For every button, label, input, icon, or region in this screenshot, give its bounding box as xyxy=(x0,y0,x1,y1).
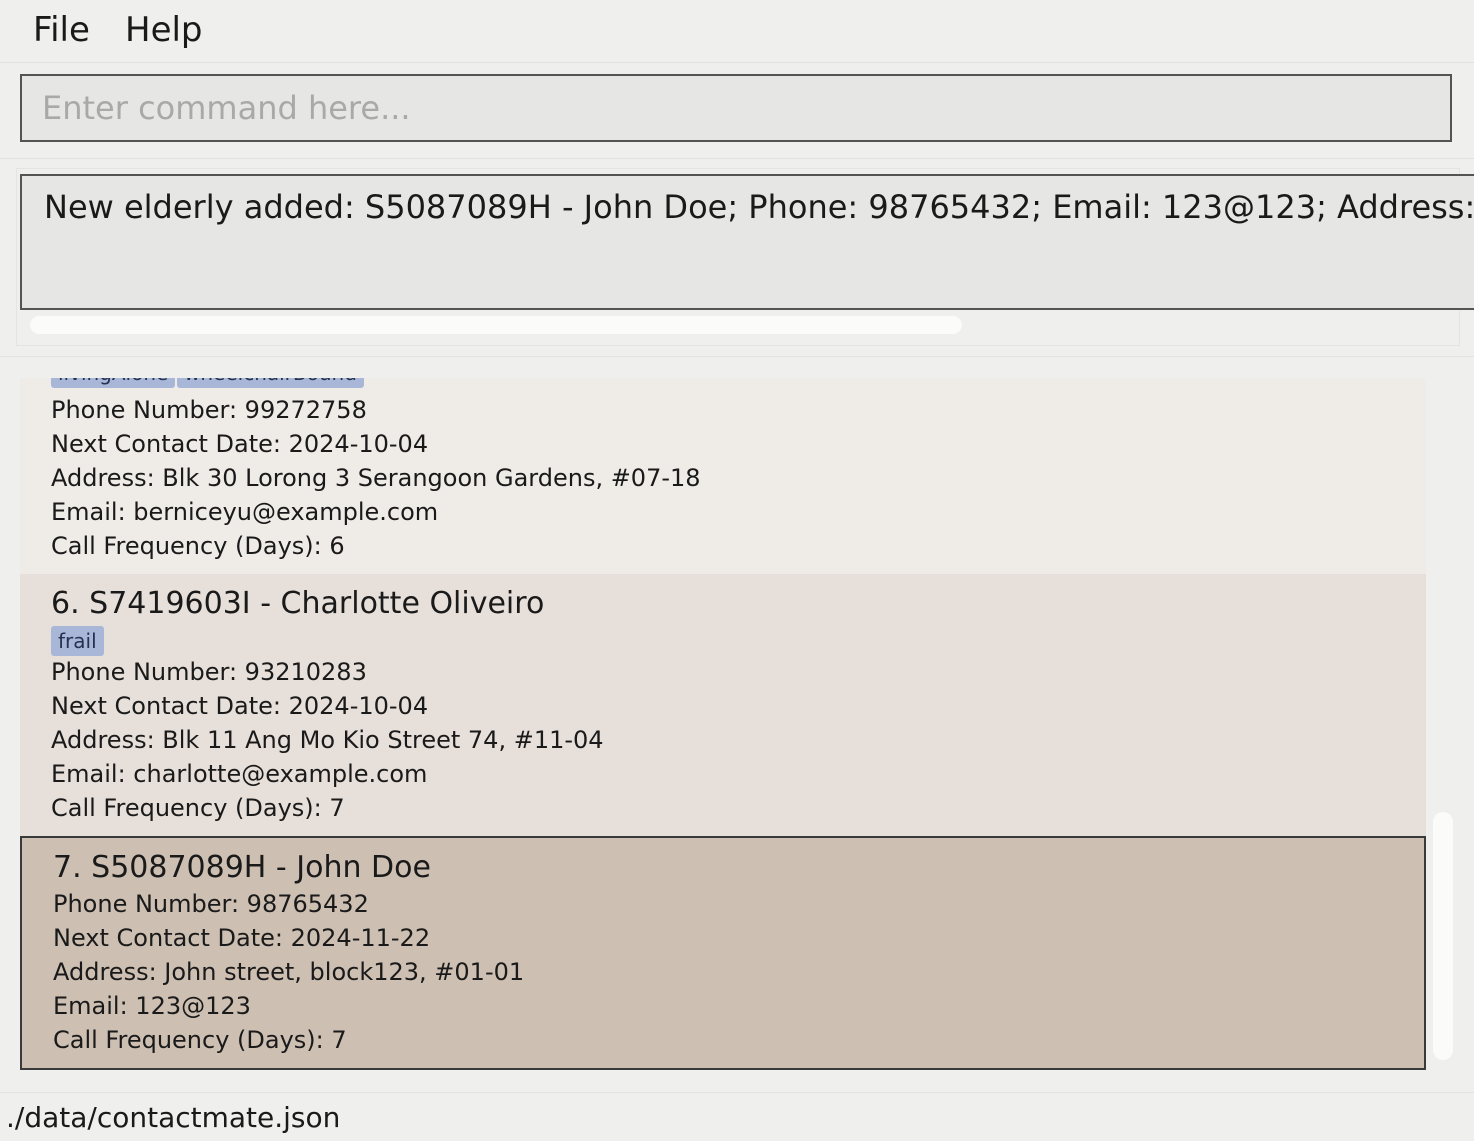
person-title: 7. S5087089H - John Doe xyxy=(53,850,431,885)
divider xyxy=(0,158,1474,159)
tag: frail xyxy=(51,626,104,656)
result-horizontal-scrollbar[interactable] xyxy=(30,316,962,334)
person-card[interactable]: livingAlone wheelchairBound Phone Number… xyxy=(20,378,1426,574)
command-input[interactable] xyxy=(22,76,1450,140)
address: Address: Blk 11 Ang Mo Kio Street 74, #1… xyxy=(51,726,604,754)
call-frequency: Call Frequency (Days): 6 xyxy=(51,532,345,560)
menu-file[interactable]: File xyxy=(33,10,90,50)
person-card-selected[interactable]: 7. S5087089H - John Doe Phone Number: 98… xyxy=(20,836,1426,1070)
address: Address: John street, block123, #01-01 xyxy=(53,958,525,986)
email: Email: berniceyu@example.com xyxy=(51,498,439,526)
menu-bar: File Help xyxy=(0,0,1474,63)
next-contact-date: Next Contact Date: 2024-11-22 xyxy=(53,924,431,952)
person-title: 6. S7419603I - Charlotte Oliveiro xyxy=(51,586,545,621)
status-bar: ./data/contactmate.json xyxy=(0,1092,1474,1141)
file-path: ./data/contactmate.json xyxy=(6,1101,341,1134)
command-box xyxy=(20,74,1452,142)
person-card[interactable]: 6. S7419603I - Charlotte Oliveiro frail … xyxy=(20,574,1426,836)
phone-number: Phone Number: 99272758 xyxy=(51,396,367,424)
tag: wheelchairBound xyxy=(177,378,364,388)
call-frequency: Call Frequency (Days): 7 xyxy=(53,1026,347,1054)
address: Address: Blk 30 Lorong 3 Serangoon Garde… xyxy=(51,464,701,492)
result-display: New elderly added: S5087089H - John Doe;… xyxy=(20,174,1474,310)
phone-number: Phone Number: 93210283 xyxy=(51,658,367,686)
next-contact-date: Next Contact Date: 2024-10-04 xyxy=(51,430,429,458)
person-list[interactable]: livingAlone wheelchairBound Phone Number… xyxy=(20,378,1426,1070)
next-contact-date: Next Contact Date: 2024-10-04 xyxy=(51,692,429,720)
email: Email: 123@123 xyxy=(53,992,251,1020)
divider xyxy=(0,356,1474,357)
menu-help[interactable]: Help xyxy=(125,10,203,50)
result-message: New elderly added: S5087089H - John Doe;… xyxy=(44,188,1474,226)
tag: livingAlone xyxy=(51,378,176,388)
phone-number: Phone Number: 98765432 xyxy=(53,890,369,918)
email: Email: charlotte@example.com xyxy=(51,760,428,788)
call-frequency: Call Frequency (Days): 7 xyxy=(51,794,345,822)
list-vertical-scrollbar[interactable] xyxy=(1433,812,1453,1060)
